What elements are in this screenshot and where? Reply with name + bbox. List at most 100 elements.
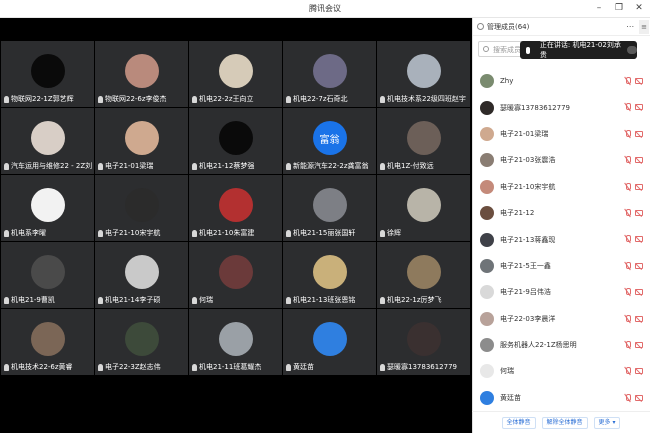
- mic-muted-icon[interactable]: [625, 235, 631, 243]
- participant-avatar: [124, 188, 159, 222]
- list-item[interactable]: 服务机器人22-1Z杨思明: [472, 332, 650, 358]
- avatar: [480, 179, 494, 194]
- panel-more-button[interactable]: ⋯: [626, 22, 634, 31]
- camera-off-icon[interactable]: [635, 78, 643, 84]
- microphone-icon: [286, 229, 291, 237]
- panel-side-toggle[interactable]: ≡: [639, 20, 649, 34]
- participant-avatar: [312, 322, 347, 356]
- microphone-icon: [380, 162, 385, 170]
- camera-off-icon[interactable]: [635, 341, 643, 348]
- blurred-avatar: [627, 46, 638, 54]
- close-button[interactable]: ✕: [634, 2, 644, 14]
- camera-off-icon[interactable]: [635, 262, 643, 269]
- mic-muted-icon[interactable]: [625, 77, 631, 85]
- mic-muted-icon[interactable]: [625, 367, 631, 375]
- video-tile[interactable]: 机电1Z-付致远: [377, 108, 470, 174]
- video-tile[interactable]: 汽车运用与维修22 - 2Z刘…: [1, 108, 94, 174]
- microphone-icon: [98, 296, 103, 304]
- list-item[interactable]: 瑟暖寡13783612779: [472, 94, 650, 120]
- camera-off-icon[interactable]: [635, 183, 643, 190]
- video-tile[interactable]: 物联网22-1Z郭艺辉: [1, 41, 94, 107]
- video-tile[interactable]: 机电系李曜: [1, 175, 94, 241]
- speaking-indicator: 正在讲话: 机电21-02刘承贵: [520, 41, 638, 59]
- participant-avatar: [406, 322, 441, 356]
- participant-avatar: [406, 121, 441, 155]
- microphone-icon: [380, 95, 385, 103]
- list-item[interactable]: 电子21-12: [472, 200, 650, 226]
- camera-off-icon[interactable]: [635, 104, 643, 111]
- video-tile[interactable]: 机电21-11班葛耀杰: [189, 309, 282, 375]
- list-item[interactable]: 电子21-5王一鑫: [472, 253, 650, 279]
- video-tile[interactable]: 机电21-15丽张国轩: [283, 175, 376, 241]
- mic-muted-icon[interactable]: [625, 393, 631, 402]
- camera-off-icon[interactable]: [635, 209, 643, 216]
- mute-all-button[interactable]: 全体静音: [501, 416, 536, 429]
- video-tile[interactable]: 何瑞: [189, 242, 282, 308]
- video-tile[interactable]: 机电21-12蔡梦强: [189, 108, 282, 174]
- mic-muted-icon[interactable]: [625, 129, 631, 138]
- list-item[interactable]: 电子22-03李晨洋: [472, 306, 650, 332]
- list-item[interactable]: 黄廷苗: [472, 385, 650, 411]
- list-item[interactable]: 电子21-13蒋鑫现: [472, 226, 650, 252]
- list-item[interactable]: 何瑞: [472, 358, 650, 384]
- more-button[interactable]: 更多 ▾: [593, 416, 621, 429]
- camera-off-icon[interactable]: [635, 315, 643, 322]
- microphone-icon: [98, 162, 103, 170]
- list-item[interactable]: 电子21-01梁瑞: [472, 121, 650, 147]
- minimize-button[interactable]: –: [594, 2, 604, 14]
- video-tile[interactable]: 机电21-14李子硕: [95, 242, 188, 308]
- speaking-label: 正在讲话: 机电21-02刘承贵: [539, 41, 621, 59]
- restore-button[interactable]: ❐: [614, 2, 624, 14]
- mic-muted-icon[interactable]: [625, 103, 631, 111]
- mic-muted-icon[interactable]: [625, 288, 631, 296]
- camera-off-icon[interactable]: [635, 289, 643, 296]
- video-tile[interactable]: 物联网22-6z李俊杰: [95, 41, 188, 107]
- mic-muted-icon[interactable]: [625, 314, 631, 323]
- tile-name-row: 机电22-1z厉梦飞: [380, 295, 468, 305]
- camera-off-icon[interactable]: [635, 394, 643, 401]
- video-tile[interactable]: 机电技术系22级四班赵宇: [377, 41, 470, 107]
- mic-muted-icon[interactable]: [625, 182, 631, 191]
- camera-off-icon[interactable]: [635, 157, 643, 164]
- microphone-icon: [4, 95, 9, 103]
- list-item[interactable]: 电子21-03张震浩: [472, 147, 650, 173]
- mic-muted-icon[interactable]: [625, 156, 631, 164]
- video-tile[interactable]: 机电22-1z厉梦飞: [377, 242, 470, 308]
- microphone-icon: [98, 363, 103, 371]
- list-item[interactable]: 电子21-9吕伟浩: [472, 279, 650, 305]
- video-tile[interactable]: 机电21-10朱富建: [189, 175, 282, 241]
- microphone-icon: [526, 46, 530, 54]
- participant-avatar: [30, 121, 65, 155]
- mic-muted-icon[interactable]: [625, 340, 631, 349]
- list-item[interactable]: Zhy: [472, 68, 650, 94]
- avatar: [480, 258, 494, 273]
- tile-name-row: 机电技术系22级四班赵宇: [380, 94, 468, 104]
- participant-avatar: [30, 54, 65, 88]
- camera-off-icon[interactable]: [635, 368, 643, 375]
- avatar: [480, 74, 494, 89]
- mic-muted-icon[interactable]: [625, 208, 631, 217]
- video-tile[interactable]: 机电技术22-6z黄睿: [1, 309, 94, 375]
- video-tile[interactable]: 电子22-3Z赵志伟: [95, 309, 188, 375]
- mic-muted-icon[interactable]: [625, 261, 631, 270]
- list-item[interactable]: 电子21-10宋宇航: [472, 174, 650, 200]
- camera-off-icon[interactable]: [635, 130, 643, 137]
- video-tile[interactable]: 电子21-01梁瑞: [95, 108, 188, 174]
- video-tile[interactable]: 富翁 新能源汽车22-2z龚富翁: [283, 108, 376, 174]
- video-tile[interactable]: 电子21-10宋宇航: [95, 175, 188, 241]
- video-tile[interactable]: 机电22-2z王向立: [189, 41, 282, 107]
- video-tile[interactable]: 黄廷苗: [283, 309, 376, 375]
- participant-name: 机电21-14李子硕: [105, 296, 161, 304]
- avatar: [480, 364, 494, 379]
- video-tile[interactable]: 瑟暖寡13783612779: [377, 309, 470, 375]
- camera-off-icon[interactable]: [635, 236, 643, 243]
- member-name: 电子21-10宋宇航: [500, 182, 556, 191]
- video-tile[interactable]: 机电21-9曹凯: [1, 242, 94, 308]
- unmute-all-button[interactable]: 解除全体静音: [541, 416, 588, 429]
- avatar: [480, 338, 494, 353]
- video-tile[interactable]: 机电22-7z石奇北: [283, 41, 376, 107]
- participant-name: 机电21-15丽张国轩: [293, 229, 356, 237]
- participant-name: 电子21-01梁瑞: [105, 162, 154, 170]
- video-tile[interactable]: 机电21-13班张恩铭: [283, 242, 376, 308]
- video-tile[interactable]: 徐辉: [377, 175, 470, 241]
